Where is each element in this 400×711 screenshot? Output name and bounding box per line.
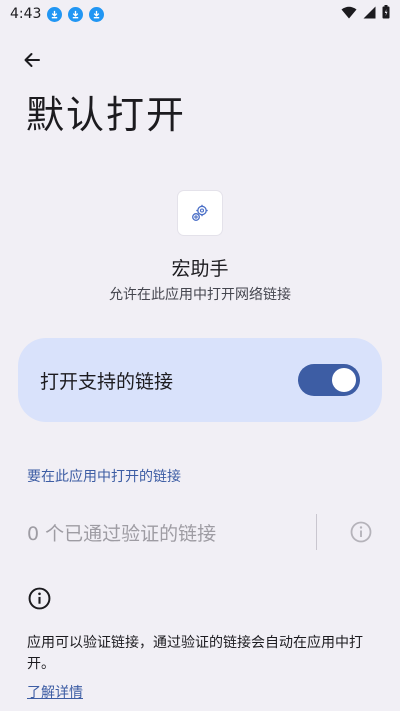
learn-more-link[interactable]: 了解详情 <box>27 682 83 702</box>
wifi-icon <box>341 6 357 23</box>
status-bar: 4:43 <box>0 0 400 28</box>
app-icon <box>178 191 222 235</box>
status-left: 4:43 <box>10 6 105 22</box>
app-subtitle: 允许在此应用中打开网络链接 <box>109 287 291 303</box>
open-supported-links-switch[interactable] <box>298 364 360 396</box>
download-icon <box>47 6 63 22</box>
switch-thumb <box>332 368 356 392</box>
download-icon <box>68 6 84 22</box>
status-right <box>341 5 390 23</box>
verification-info-text: 应用可以验证链接，通过验证的链接会自动在应用中打开。 <box>27 635 363 672</box>
signal-icon <box>363 6 376 23</box>
verified-links-row[interactable]: 0 个已通过验证的链接 <box>27 512 373 552</box>
info-icon[interactable] <box>349 520 373 544</box>
battery-icon <box>382 5 390 23</box>
divider <box>316 514 317 550</box>
info-icon <box>27 586 51 610</box>
back-button[interactable] <box>16 44 48 76</box>
app-name: 宏助手 <box>171 258 229 280</box>
verified-links-count: 0 个已通过验证的链接 <box>27 522 217 545</box>
gears-icon <box>192 204 208 221</box>
links-section-header: 要在此应用中打开的链接 <box>27 469 181 485</box>
download-icon <box>89 6 105 22</box>
page-title: 默认打开 <box>26 93 187 137</box>
default-open-screen: 4:43 默认打开 宏助手 允许在此应用中打开网络链接 打开支持的链接 要在此应… <box>0 0 400 711</box>
toggle-label: 打开支持的链接 <box>40 370 174 393</box>
arrow-back-icon <box>24 53 40 67</box>
open-supported-links-toggle-row[interactable]: 打开支持的链接 <box>18 338 382 422</box>
status-time: 4:43 <box>10 6 42 22</box>
